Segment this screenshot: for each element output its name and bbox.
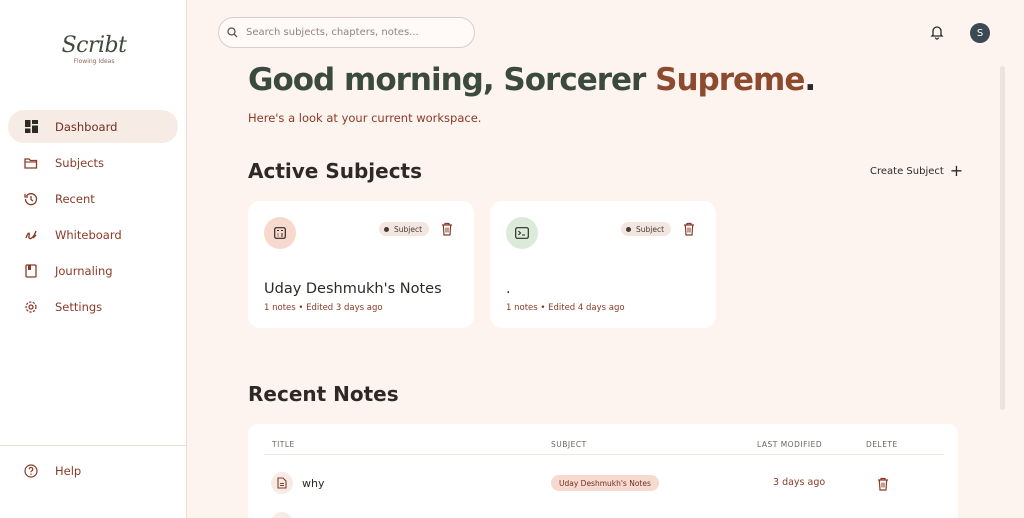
sidebar-item-label: Dashboard <box>55 119 118 134</box>
sidebar-item-label: Subjects <box>55 155 104 170</box>
last-modified: 3 days ago <box>773 477 826 488</box>
greeting-heading: Good morning, Sorcerer Supreme. <box>248 62 816 98</box>
badge-label: Subject <box>394 224 423 234</box>
badge-label: Subject <box>636 224 665 234</box>
search-input[interactable] <box>246 27 466 38</box>
subject-badge: Subject <box>621 222 672 236</box>
calculator-icon <box>264 217 296 249</box>
subject-card-title: Uday Deshmukh's Notes <box>264 281 442 297</box>
greeting-name: Supreme <box>655 62 805 98</box>
pen-icon <box>24 228 38 242</box>
sidebar: Scribt Flowing Ideas Dashboard Subjects … <box>0 0 187 518</box>
logo-tagline: Flowing Ideas <box>73 58 115 65</box>
notification-bell-icon[interactable] <box>929 24 945 40</box>
sidebar-item-journaling[interactable]: Journaling <box>8 254 178 287</box>
sidebar-nav: Dashboard Subjects Recent Whiteboard Jou… <box>8 110 178 326</box>
search-bar[interactable] <box>218 17 475 48</box>
avatar[interactable]: S <box>970 23 990 43</box>
folder-icon <box>24 156 38 170</box>
sidebar-item-label: Journaling <box>55 263 113 278</box>
create-subject-button[interactable]: Create Subject + <box>870 163 963 179</box>
badge-dot <box>384 226 389 232</box>
subject-card[interactable]: Subject Uday Deshmukh's Notes 1 notes • … <box>248 201 474 328</box>
greeting-subtitle: Here's a look at your current workspace. <box>248 111 482 125</box>
sidebar-item-dashboard[interactable]: Dashboard <box>8 110 178 143</box>
sidebar-item-recent[interactable]: Recent <box>8 182 178 215</box>
plus-icon: + <box>949 161 964 180</box>
logo[interactable]: Scribt Flowing Ideas <box>58 33 130 66</box>
sidebar-item-help[interactable]: Help <box>8 454 178 487</box>
table-row[interactable]: why Uday Deshmukh's Notes 3 days ago <box>248 468 958 498</box>
help-label: Help <box>55 463 82 478</box>
help-section: Help <box>8 454 178 490</box>
subject-card-meta: 1 notes • Edited 4 days ago <box>506 303 625 313</box>
table-divider <box>264 454 944 455</box>
subject-card-title: . <box>506 281 511 297</box>
badge-dot <box>626 226 631 232</box>
sidebar-item-settings[interactable]: Settings <box>8 290 178 323</box>
trash-icon[interactable] <box>683 221 695 236</box>
search-icon <box>227 23 238 42</box>
subject-card[interactable]: Subject . 1 notes • Edited 4 days ago <box>490 201 716 328</box>
sidebar-item-label: Settings <box>55 299 103 314</box>
trash-icon[interactable] <box>877 476 889 491</box>
subject-card-meta: 1 notes • Edited 3 days ago <box>264 303 383 313</box>
scrollbar[interactable] <box>1000 66 1005 410</box>
help-icon <box>24 463 38 478</box>
sidebar-item-label: Whiteboard <box>55 227 122 242</box>
gear-icon <box>24 300 38 314</box>
document-icon <box>271 472 293 494</box>
column-header-delete: DELETE <box>866 440 898 449</box>
dashboard-icon <box>24 120 38 134</box>
subject-pill[interactable]: Uday Deshmukh's Notes <box>551 475 659 491</box>
sidebar-item-whiteboard[interactable]: Whiteboard <box>8 218 178 251</box>
create-subject-label: Create Subject <box>870 165 944 177</box>
terminal-icon <box>506 217 538 249</box>
subject-badge: Subject <box>379 222 430 236</box>
sidebar-divider <box>0 445 186 446</box>
trash-icon[interactable] <box>441 221 453 236</box>
recent-notes-title: Recent Notes <box>248 382 399 406</box>
active-subjects-title: Active Subjects <box>248 159 423 183</box>
column-header-last-modified: LAST MODIFIED <box>757 440 823 449</box>
recent-notes-table: TITLE SUBJECT LAST MODIFIED DELETE why U… <box>248 424 958 518</box>
sidebar-item-label: Recent <box>55 191 95 206</box>
greeting-prefix: Good morning, Sorcerer <box>248 62 656 98</box>
note-title: why <box>302 477 325 490</box>
column-header-title: TITLE <box>272 440 295 449</box>
column-header-subject: SUBJECT <box>551 440 587 449</box>
history-icon <box>24 192 38 206</box>
sidebar-item-subjects[interactable]: Subjects <box>8 146 178 179</box>
logo-text: Scribt <box>61 33 127 58</box>
book-icon <box>24 263 38 278</box>
document-icon <box>271 512 293 518</box>
greeting-suffix: . <box>804 62 816 98</box>
